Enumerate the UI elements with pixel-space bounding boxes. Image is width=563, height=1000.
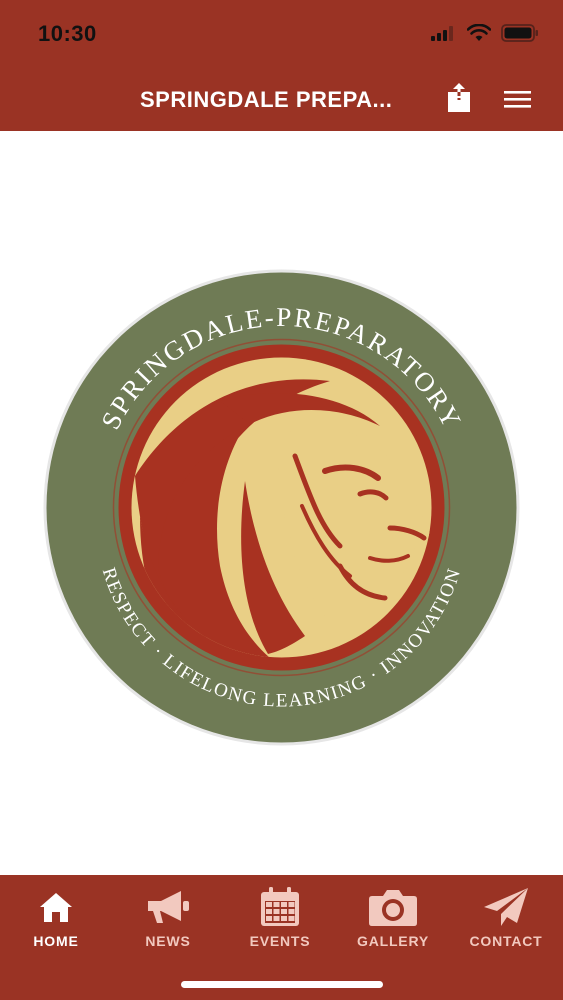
tab-contact[interactable]: CONTACT [450,875,562,965]
hamburger-menu-icon [504,91,531,108]
page-title: SPRINGDALE PREPA... [140,87,393,112]
tab-events[interactable]: EVENTS [224,875,336,965]
share-icon [448,83,470,112]
menu-button[interactable] [503,87,533,111]
tab-label: EVENTS [249,933,311,949]
tab-home[interactable]: HOME [0,875,112,965]
battery-icon [501,24,538,42]
signal-icon [431,26,453,41]
bottom-tab-bar: HOME NEWS EVENTS GALLERY CONTACT [0,875,563,1000]
status-time: 10:30 [38,21,97,46]
home-indicator[interactable] [181,981,383,988]
tab-label: NEWS [145,933,191,949]
tab-gallery[interactable]: GALLERY [337,875,449,965]
tab-label: GALLERY [357,933,429,949]
camera-icon [369,890,417,926]
app-header: SPRINGDALE PREPA... [0,68,563,131]
status-bar: 10:30 [0,0,563,68]
paper-plane-icon [484,888,528,926]
calendar-icon [261,887,299,926]
tab-news[interactable]: NEWS [112,875,224,965]
share-button[interactable] [446,82,472,114]
status-icons [431,24,539,42]
megaphone-icon [148,891,189,923]
wifi-icon [467,24,491,41]
tab-label: CONTACT [469,933,543,949]
main-content: SPRINGDALE-PREPARATORY RESPECT · LIFELON… [0,131,563,875]
home-icon [40,893,72,922]
tab-label: HOME [33,933,79,949]
school-logo: SPRINGDALE-PREPARATORY RESPECT · LIFELON… [43,269,520,746]
